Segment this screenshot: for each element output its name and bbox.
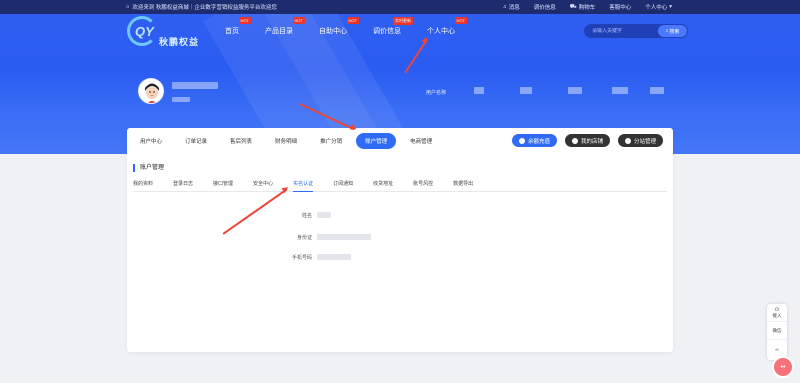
masked-value (568, 87, 582, 94)
tab-data-export[interactable]: 数据导出 (453, 180, 473, 192)
hot-badge: HOT (292, 17, 305, 24)
phone-value-masked (317, 254, 351, 260)
masked-value (612, 87, 628, 94)
subnav-user-center[interactable]: 用户中心 (140, 137, 162, 145)
recharge-button[interactable]: 余额充值 (512, 134, 558, 147)
search-input[interactable] (584, 28, 658, 34)
name-label: 姓名 (301, 213, 312, 219)
masked-value (650, 87, 664, 94)
id-value-masked (317, 234, 371, 240)
cart-link[interactable]: ⛟ 购物车 (569, 3, 595, 12)
tab-profile[interactable]: 我的资料 (133, 180, 153, 192)
phone-label: 手机号码 (291, 255, 312, 261)
masked-value (520, 87, 532, 94)
top-links: ♫ 消息 调价信息 ⛟ 购物车 客服中心 个人中心 ▾ (503, 3, 792, 12)
account-tabs: 我的资料 登录日志 接口管理 安全中心 实名认证 订阅通知 收货地址 账号风控 … (133, 180, 667, 192)
chevron-down-icon: ▾ (669, 4, 672, 10)
cart-icon: ⛟ (569, 3, 577, 10)
hot-badge: HOT (454, 17, 467, 24)
welcome-text: 欢迎来到 秋鹏权益商城｜企业数字营销权益服务平台欢迎您 (132, 5, 277, 11)
side-wechat[interactable]: 微信 (767, 322, 787, 340)
side-connect[interactable]: ☊ 接入 (767, 304, 787, 322)
user-code-label: 用户名称 (426, 90, 447, 96)
userid-masked (172, 97, 190, 102)
nav-home[interactable]: 首页 HOT (225, 17, 251, 36)
nav-price-info[interactable]: 调价信息 实时更新 (373, 17, 413, 36)
shop-icon (572, 137, 578, 144)
logo-letters: QY (135, 24, 154, 39)
id-label: 身份证 (296, 235, 312, 241)
search-button[interactable]: ⌕ 搜索 (658, 25, 687, 37)
top-bar: ⌂ 欢迎来到 秋鹏权益商城｜企业数字营销权益服务平台欢迎您 ♫ 消息 调价信息 ⛟… (0, 0, 800, 14)
substation-button[interactable]: 分站管理 (618, 134, 664, 147)
section-title: 账户管理 (133, 164, 164, 172)
tab-login-log[interactable]: 登录日志 (173, 180, 193, 192)
search-icon: ⌕ (665, 28, 669, 34)
side-float-panel: ☊ 接入 微信 ∞ (767, 304, 787, 360)
nav-self-service[interactable]: 自助中心 HOT (319, 17, 359, 36)
message-link[interactable]: ♫ 消息 (503, 3, 520, 11)
chat-icon: •• (780, 363, 786, 371)
logo-name: 秋鹏权益 (159, 37, 200, 47)
search-box: ⌕ 搜索 (584, 24, 688, 38)
masked-value (474, 87, 484, 94)
qq-icon: ∞ (775, 346, 779, 352)
name-value-masked (317, 212, 331, 218)
tab-security[interactable]: 安全中心 (253, 180, 273, 192)
tab-risk-control[interactable]: 账号风控 (413, 180, 433, 192)
home-icon[interactable]: ⌂ (126, 4, 129, 10)
bell-icon: ♫ (502, 4, 507, 10)
personal-center-link[interactable]: 个人中心 ▾ (645, 3, 672, 11)
breadcrumb: ⌂ 欢迎来到 秋鹏权益商城｜企业数字营销权益服务平台欢迎您 (126, 3, 277, 11)
subnav-account-management[interactable]: 账户管理 (356, 132, 397, 149)
tab-address[interactable]: 收货地址 (373, 180, 393, 192)
nav-personal-center[interactable]: 个人中心 HOT (427, 17, 467, 36)
tab-api[interactable]: 接口管理 (213, 180, 233, 192)
chat-button[interactable]: •• (772, 356, 794, 378)
username-masked (172, 82, 218, 89)
hot-badge: HOT (346, 17, 359, 24)
account-card: 用户中心 订单记录 售后列表 财务明细 推广分销 账户管理 电商管理 余额充值 … (127, 128, 673, 352)
subnav-orders[interactable]: 订单记录 (185, 137, 207, 145)
subnav-finance[interactable]: 财务明细 (275, 137, 297, 145)
subnav-ecommerce[interactable]: 电商管理 (410, 137, 432, 145)
price-info-link[interactable]: 调价信息 (534, 3, 556, 11)
live-update-badge: 实时更新 (393, 17, 413, 25)
logo[interactable]: QY 秋鹏权益 (127, 16, 217, 50)
subnav-promotion[interactable]: 推广分销 (320, 137, 342, 145)
my-shop-button[interactable]: 我的店铺 (565, 134, 611, 147)
avatar[interactable] (138, 78, 164, 104)
main-nav: 首页 HOT 产品目录 HOT 自助中心 HOT 调价信息 实时更新 个人中心 HOT (225, 17, 481, 36)
tab-subscribe[interactable]: 订阅通知 (333, 180, 353, 192)
subnav-after-sales[interactable]: 售后列表 (230, 137, 252, 145)
hot-badge: HOT (238, 17, 251, 24)
wallet-icon (519, 137, 525, 144)
service-center-link[interactable]: 客服中心 (609, 3, 631, 11)
tab-real-name[interactable]: 实名认证 (293, 180, 314, 192)
monitor-icon (625, 137, 631, 144)
nav-products[interactable]: 产品目录 HOT (265, 17, 305, 36)
